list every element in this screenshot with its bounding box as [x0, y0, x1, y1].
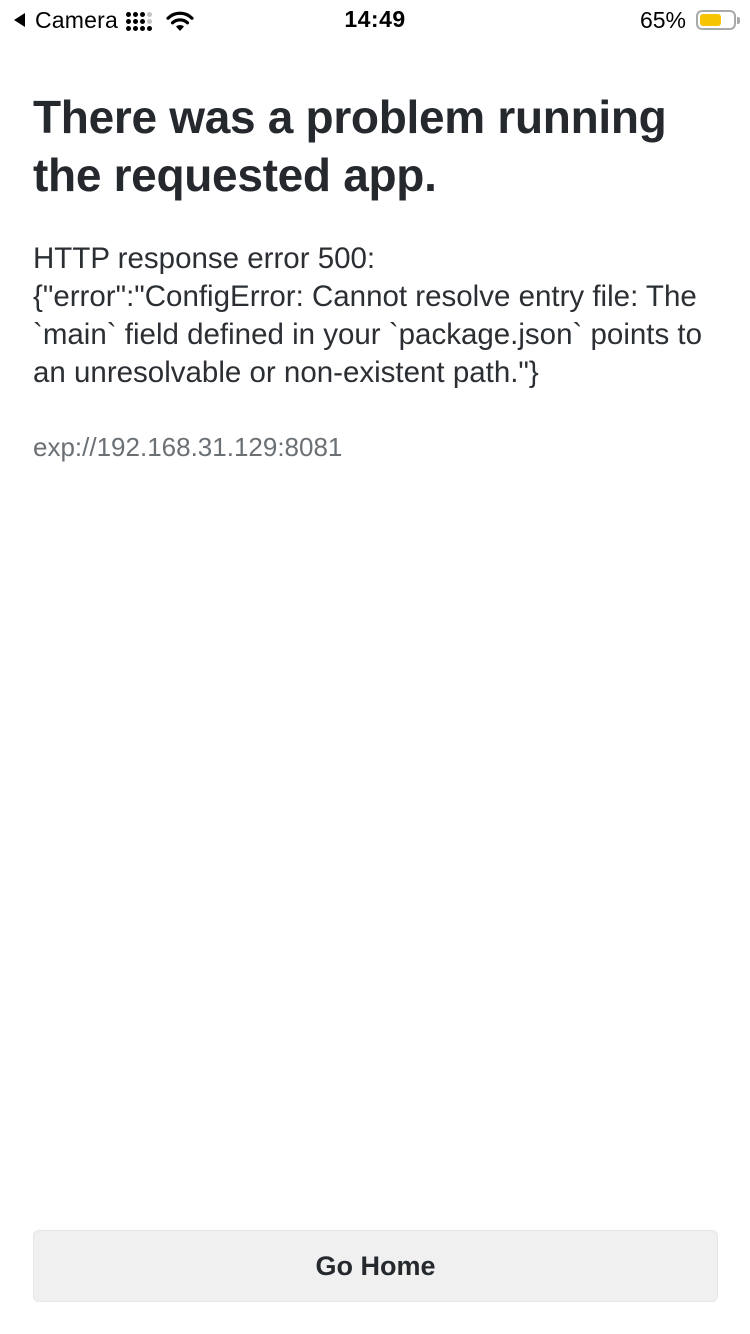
error-message: HTTP response error 500: {"error":"Confi…: [33, 242, 703, 389]
error-title: There was a problem running the requeste…: [33, 91, 667, 201]
error-content: There was a problem running the requeste…: [33, 88, 723, 464]
battery-level-fill: [700, 14, 721, 26]
battery-icon: [696, 10, 740, 30]
go-home-button[interactable]: Go Home: [33, 1230, 718, 1302]
battery-percent: 65%: [639, 6, 686, 33]
app-url: exp://192.168.31.129:8081: [33, 432, 343, 462]
battery-status: 65%: [639, 6, 740, 34]
status-bar: Camera 14:49 65%: [0, 0, 750, 40]
status-time: 14:49: [344, 6, 406, 32]
